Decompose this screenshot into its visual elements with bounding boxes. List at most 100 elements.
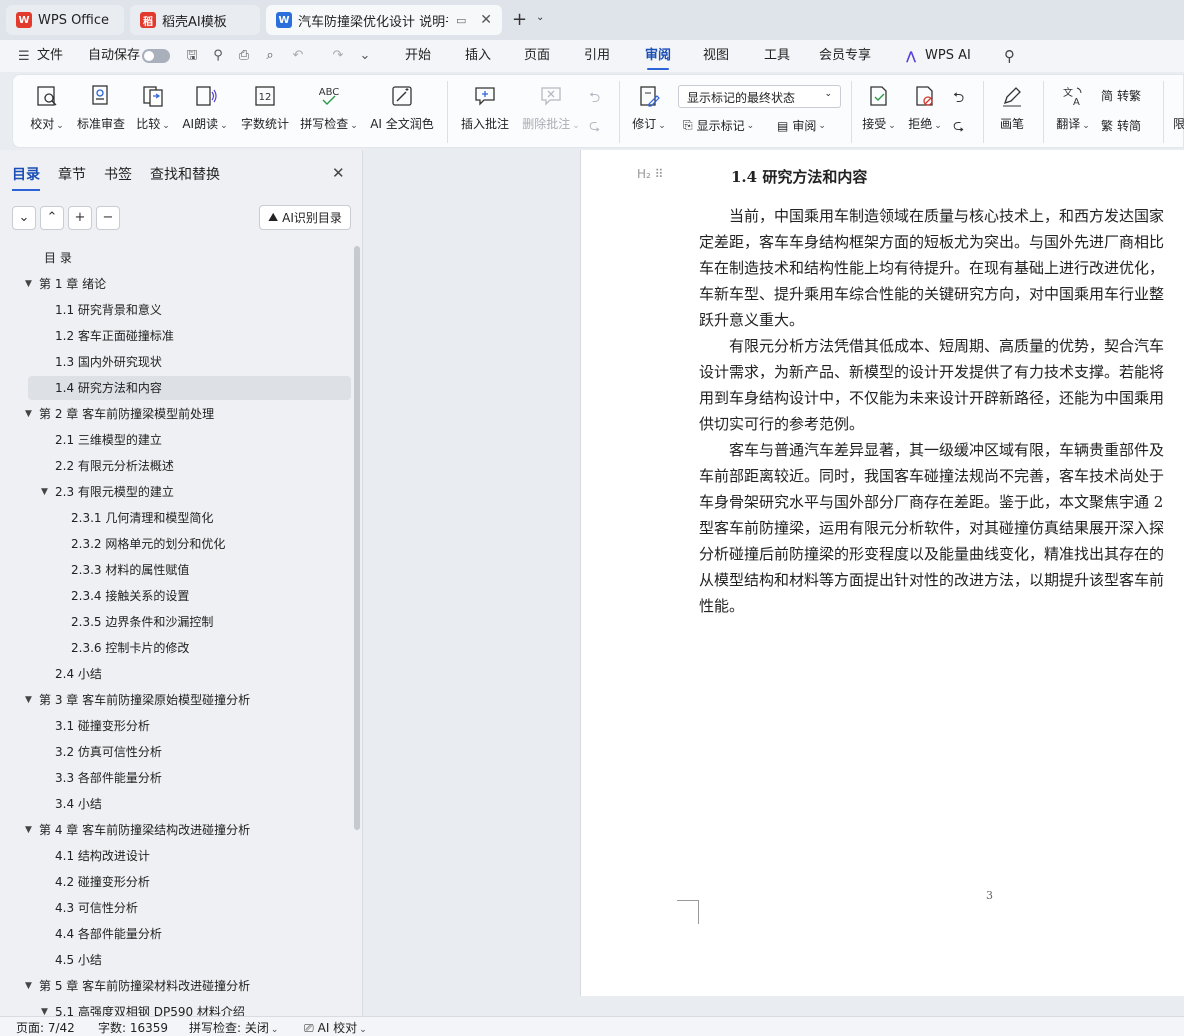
toc-item[interactable]: 2.3.5 边界条件和沙漏控制 [71,610,213,634]
menu-references[interactable]: 引用 [584,40,610,72]
page-indicator[interactable]: 页面: 7/42 [16,1019,75,1036]
add-heading-button[interactable]: + [68,206,92,230]
nav-tab-find-replace[interactable]: 查找和替换 [150,164,220,184]
save-icon[interactable]: 🖫 [184,48,200,64]
toc-item[interactable]: 1.2 客车正面碰撞标准 [55,324,174,348]
new-tab-icon[interactable]: + [512,9,527,30]
reject-button[interactable]: 拒绝 ⌄ [905,81,945,141]
window-mode-icon[interactable]: ▭ [456,14,466,27]
menu-insert[interactable]: 插入 [465,40,491,72]
close-pane-icon[interactable]: ✕ [332,164,345,182]
standard-review-button[interactable]: 标准审查 [75,81,127,141]
toc-expand-arrow-icon[interactable]: ▼ [25,279,32,289]
toc-item[interactable]: 2.3.3 材料的属性赋值 [71,558,189,582]
toc-item[interactable]: 4.5 小结 [55,948,102,972]
print-preview-icon[interactable]: ⌕ [262,48,278,64]
word-count-button[interactable]: 12 字数统计 [239,81,291,141]
toc-item[interactable]: 4.1 结构改进设计 [55,844,150,868]
autosave-toggle[interactable] [142,49,170,63]
pen-button[interactable]: 画笔 [993,81,1031,141]
next-comment-icon[interactable]: ⮎ [589,115,600,139]
more-chevron-icon[interactable]: ⌄ [357,48,373,64]
collapse-up-button[interactable]: ⌃ [40,206,64,230]
prev-comment-icon[interactable]: ⮌ [589,87,600,111]
toc-item[interactable]: 2.3.1 几何清理和模型简化 [71,506,213,530]
nav-tab-toc[interactable]: 目录 [12,164,40,191]
toc-item[interactable]: 2.3.2 网格单元的划分和优化 [71,532,225,556]
toc-item[interactable]: 3.3 各部件能量分析 [55,766,162,790]
toc-item[interactable]: 3.1 碰撞变形分析 [55,714,150,738]
toc-item[interactable]: 2.2 有限元分析法概述 [55,454,174,478]
tab-wps-office[interactable]: W WPS Office [6,5,124,35]
toc-expand-arrow-icon[interactable]: ▼ [41,487,48,497]
nav-scrollbar[interactable] [354,246,360,830]
print-icon[interactable]: ⎙ [236,48,252,64]
translate-button[interactable]: 文A 翻译 ⌄ [1053,81,1093,141]
toc-item[interactable]: 1.3 国内外研究现状 [55,350,162,374]
toc-item[interactable]: 2.3.6 控制卡片的修改 [71,636,189,660]
accept-button[interactable]: 接受 ⌄ [859,81,899,141]
toc-item[interactable]: 4.2 碰撞变形分析 [55,870,150,894]
toc-item[interactable]: 2.3.4 接触关系的设置 [71,584,189,608]
toc-item[interactable]: 4.4 各部件能量分析 [55,922,162,946]
ai-read-button[interactable]: AI朗读 ⌄ [181,81,229,141]
menu-member[interactable]: 会员专享 [819,40,871,72]
menu-home[interactable]: 开始 [405,40,431,72]
tab-list-chevron-icon[interactable]: ⌄ [536,12,544,23]
nav-tab-sections[interactable]: 章节 [58,164,86,184]
spell-check-status[interactable]: 拼写检查: 关闭 ⌄ [189,1019,278,1036]
next-change-icon[interactable]: ⮎ [953,115,964,139]
redo-icon[interactable]: ↷ [330,48,346,64]
toc-item[interactable]: 3.4 小结 [55,792,102,816]
ai-polish-button[interactable]: AI 全文润色 [367,81,437,141]
hamburger-icon[interactable]: ☰ [18,49,30,64]
toc-expand-arrow-icon[interactable]: ▼ [25,825,32,835]
delete-comment-button[interactable]: 删除批注 ⌄ [521,81,581,141]
toc-chapter-item[interactable]: 第 5 章 客车前防撞梁材料改进碰撞分析 [39,974,250,998]
to-traditional-button[interactable]: 简转繁 [1101,87,1141,104]
toc-item[interactable]: 2.3 有限元模型的建立 [55,480,174,504]
search-icon[interactable]: ⚲ [1004,47,1015,65]
to-simplified-button[interactable]: 繁转简 [1101,117,1141,134]
toc-item[interactable]: 2.4 小结 [55,662,102,686]
toc-item[interactable]: 2.1 三维模型的建立 [55,428,162,452]
revise-button[interactable]: 修订 ⌄ [629,81,669,141]
prev-change-icon[interactable]: ⮌ [953,87,964,111]
show-markup-button[interactable]: ⎘ 显示标记 ⌄ [683,117,754,134]
heading-level-marker[interactable]: H₂ ⠿ [637,167,664,181]
restrict-button-partial[interactable]: 限 [1173,115,1184,132]
toc-item[interactable]: 1.1 研究背景和意义 [55,298,162,322]
toc-expand-arrow-icon[interactable]: ▼ [25,409,32,419]
share-icon[interactable]: ⚲ [210,48,226,64]
markup-mode-select[interactable]: 显示标记的最终状态 ⌄ [678,85,841,108]
word-count-indicator[interactable]: 字数: 16359 [98,1019,168,1036]
toc-item[interactable]: 1.4 研究方法和内容 [55,376,162,400]
ai-toc-button[interactable]: ⛰ AI识别目录 [259,205,351,230]
review-pane-button[interactable]: ▤ 审阅 ⌄ [777,117,826,134]
remove-heading-button[interactable]: − [96,206,120,230]
proofread-button[interactable]: 校对 ⌄ [27,81,67,141]
toc-chapter-item[interactable]: 第 1 章 绪论 [39,272,106,296]
toc-item[interactable]: 3.2 仿真可信性分析 [55,740,162,764]
menu-wps-ai[interactable]: WPS AI [925,40,971,72]
toc-chapter-item[interactable]: 第 3 章 客车前防撞梁原始模型碰撞分析 [39,688,250,712]
undo-icon[interactable]: ↶ [290,48,306,64]
toc-chapter-item[interactable]: 第 4 章 客车前防撞梁结构改进碰撞分析 [39,818,250,842]
toc-chapter-item[interactable]: 第 2 章 客车前防撞梁模型前处理 [39,402,214,426]
nav-tab-bookmarks[interactable]: 书签 [104,164,132,184]
toc-item[interactable]: 目 录 [44,246,72,270]
document-page[interactable]: H₂ ⠿ 1.4 研究方法和内容 当前，中国乘用车制造领域在质量与核心技术上，和… [580,150,1184,996]
spell-check-button[interactable]: ABC 拼写检查 ⌄ [299,81,359,141]
drag-handle-icon[interactable]: ⠿ [655,167,664,181]
expand-down-button[interactable]: ⌄ [12,206,36,230]
menu-page[interactable]: 页面 [524,40,550,72]
ai-proofread-status[interactable]: ⎚ AI 校对 ⌄ [304,1019,367,1036]
toc-expand-arrow-icon[interactable]: ▼ [25,981,32,991]
close-tab-icon[interactable]: ✕ [480,12,492,28]
file-menu[interactable]: 文件 [37,40,63,72]
toc-item[interactable]: 4.3 可信性分析 [55,896,138,920]
insert-comment-button[interactable]: 插入批注 [459,81,511,141]
tab-docer-templates[interactable]: 稻 稻壳AI模板 [130,5,260,35]
menu-view[interactable]: 视图 [703,40,729,72]
tab-document[interactable]: W 汽车防撞梁优化设计 说明书 ▭ ✕ [266,5,502,35]
